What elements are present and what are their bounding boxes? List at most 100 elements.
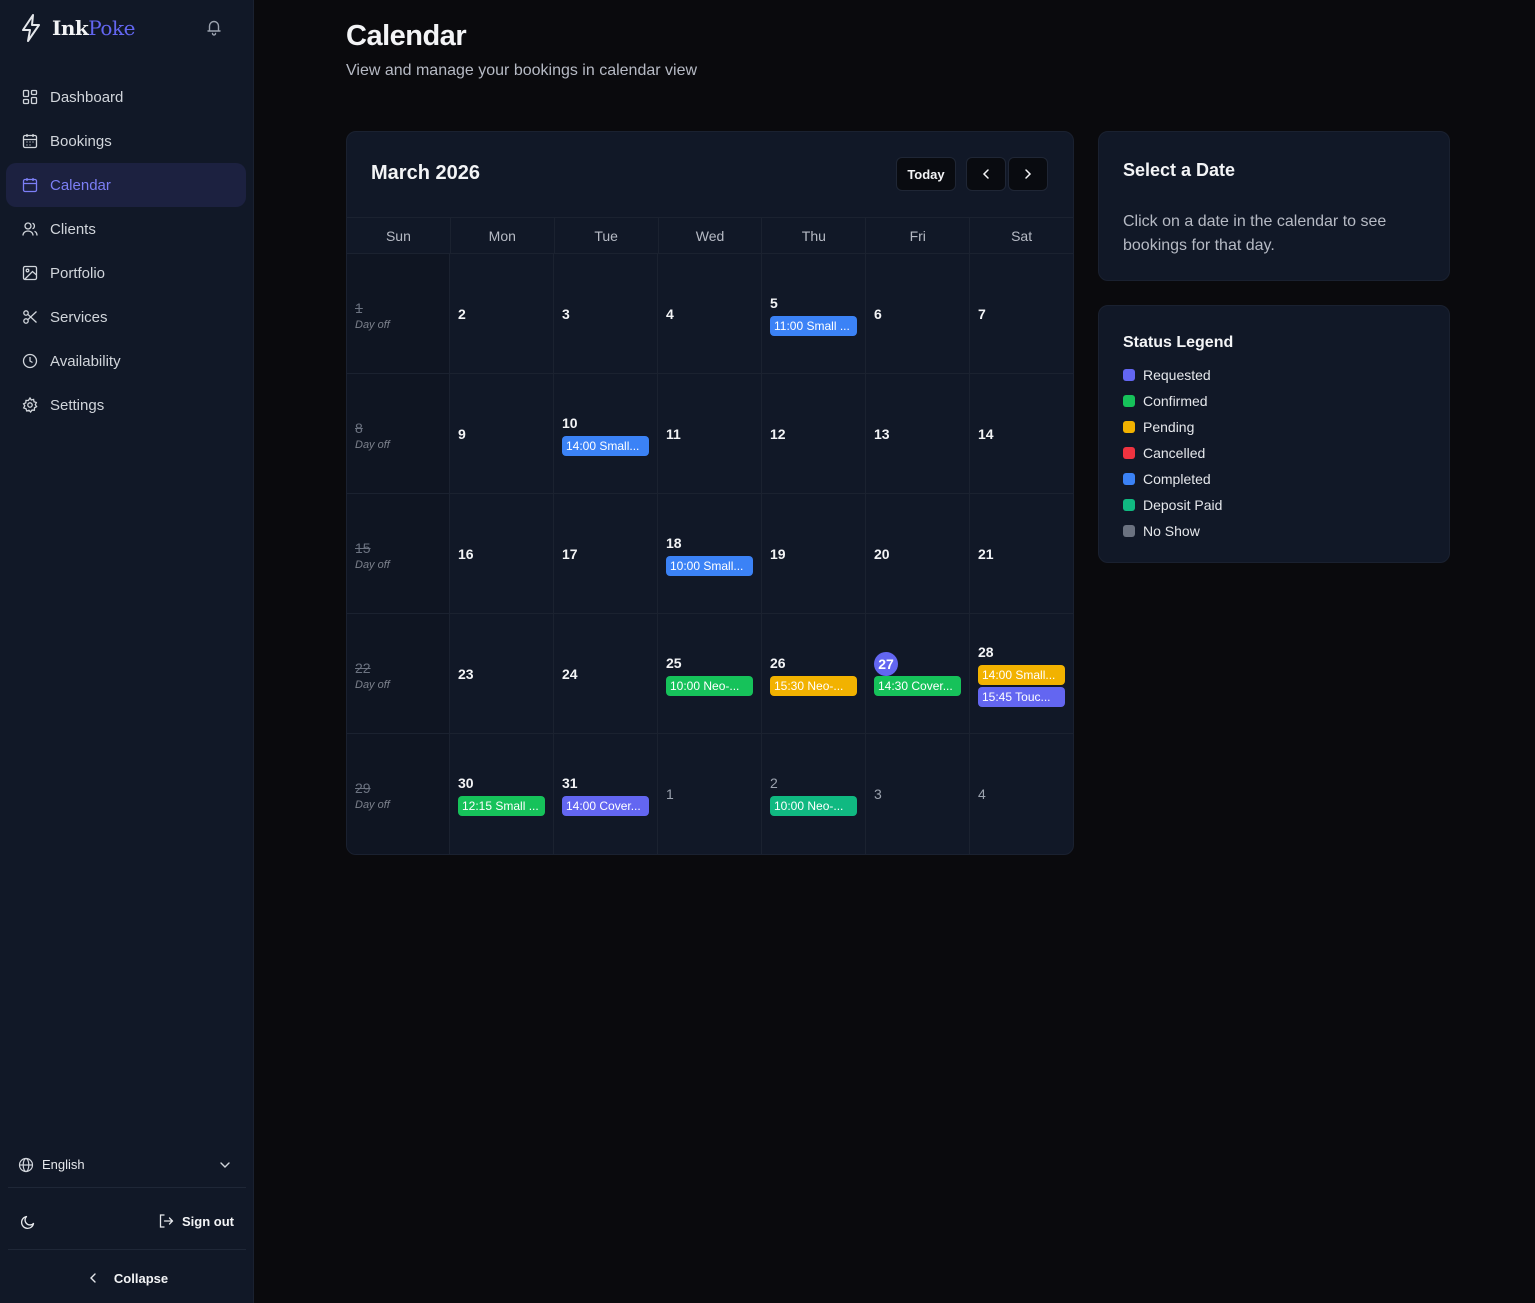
legend-label: Confirmed xyxy=(1143,393,1208,409)
sidebar-item-calendar[interactable]: Calendar xyxy=(6,163,246,207)
legend-label: Deposit Paid xyxy=(1143,497,1223,513)
sidebar-item-services[interactable]: Services xyxy=(6,295,246,339)
calendar-day-cell[interactable]: 4 xyxy=(658,254,762,374)
calendar-day-cell[interactable]: 29 Day off xyxy=(347,734,450,854)
legend-swatch xyxy=(1123,473,1135,485)
calendar-day-cell[interactable]: 2 xyxy=(450,254,554,374)
today-button[interactable]: Today xyxy=(896,157,956,191)
calendar-day-cell[interactable]: 3 xyxy=(866,734,970,854)
day-number: 5 xyxy=(770,294,778,311)
moon-icon[interactable] xyxy=(20,1214,36,1230)
day-number: 3 xyxy=(874,786,882,802)
sidebar-item-availability[interactable]: Availability xyxy=(6,339,246,383)
calendar-day-cell[interactable]: 31 14:00 Cover... xyxy=(554,734,658,854)
next-month-button[interactable] xyxy=(1008,157,1048,191)
brand-logo[interactable]: InkPoke xyxy=(20,12,135,44)
bell-icon[interactable] xyxy=(205,18,223,36)
day-off-label: Day off xyxy=(355,678,390,691)
calendar-day-cell[interactable]: 19 xyxy=(762,494,866,614)
calendar-day-cell[interactable]: 4 xyxy=(970,734,1073,854)
legend-swatch xyxy=(1123,499,1135,511)
calendar-day-cell[interactable]: 17 xyxy=(554,494,658,614)
weekday-label: Sat xyxy=(1011,228,1033,244)
chevron-left-icon xyxy=(89,1273,96,1283)
calendar-day-cell[interactable]: 10 14:00 Small... xyxy=(554,374,658,494)
brand-name: InkPoke xyxy=(52,16,135,40)
prev-month-button[interactable] xyxy=(966,157,1006,191)
calendar-day-cell[interactable]: 21 xyxy=(970,494,1073,614)
calendar-day-cell[interactable]: 3 xyxy=(554,254,658,374)
legend-item: Requested xyxy=(1123,362,1222,388)
calendar-day-cell[interactable]: 5 11:00 Small ... xyxy=(762,254,866,374)
calendar-day-cell[interactable]: 26 15:30 Neo-... xyxy=(762,614,866,734)
calendar-icon xyxy=(22,178,38,193)
calendar-day-cell[interactable]: 15 Day off xyxy=(347,494,450,614)
day-number: 6 xyxy=(874,305,882,322)
day-number: 2 xyxy=(458,305,466,322)
calendar-day-cell[interactable]: 7 xyxy=(970,254,1073,374)
sidebar-item-settings[interactable]: Settings xyxy=(6,383,246,427)
collapse-label: Collapse xyxy=(113,1270,169,1286)
calendar-day-cell[interactable]: 13 xyxy=(866,374,970,494)
day-number: 8 xyxy=(355,419,363,436)
image-icon xyxy=(22,265,38,281)
legend-item: Pending xyxy=(1123,414,1222,440)
sidebar-item-clients[interactable]: Clients xyxy=(6,207,246,251)
calendar-day-cell[interactable]: 27 14:30 Cover... xyxy=(866,614,970,734)
weekday-label: Mon xyxy=(451,218,555,253)
calendar-day-cell[interactable]: 25 10:00 Neo-... xyxy=(658,614,762,734)
legend-label: Requested xyxy=(1143,367,1211,383)
day-number: 7 xyxy=(978,305,986,322)
calendar-day-cell[interactable]: 12 xyxy=(762,374,866,494)
booking-event[interactable]: 14:30 Cover... xyxy=(874,675,961,696)
calendar-day-cell[interactable]: 16 xyxy=(450,494,554,614)
calendar-day-cell[interactable]: 23 xyxy=(450,614,554,734)
booking-event[interactable]: 15:30 Neo-... xyxy=(770,675,857,696)
selected-date-panel: Select a Date Click on a date in the cal… xyxy=(1098,131,1450,281)
weekday-label: Sun xyxy=(347,218,451,253)
calendar-day-cell[interactable]: 11 xyxy=(658,374,762,494)
booking-event[interactable]: 14:00 Small... xyxy=(978,664,1065,685)
day-number: 1 xyxy=(666,786,674,802)
booking-event[interactable]: 11:00 Small ... xyxy=(770,315,857,336)
sign-out-button[interactable]: Sign out xyxy=(158,1213,234,1229)
calendar-day-cell[interactable]: 20 xyxy=(866,494,970,614)
sidebar-item-portfolio[interactable]: Portfolio xyxy=(6,251,246,295)
day-number: 1 xyxy=(355,299,363,316)
sidebar-item-label: Settings xyxy=(50,396,105,414)
booking-event[interactable]: 14:00 Cover... xyxy=(562,796,649,816)
calendar-day-cell[interactable]: 1 Day off xyxy=(347,254,450,374)
legend-label: Pending xyxy=(1143,419,1195,435)
calendar-day-cell[interactable]: 14 xyxy=(970,374,1073,494)
page-title: Calendar xyxy=(346,20,467,52)
day-number: 9 xyxy=(458,425,466,442)
calendar-day-cell[interactable]: 28 14:00 Small... 15:45 Touc... xyxy=(970,614,1073,734)
sidebar-item-label: Bookings xyxy=(50,132,112,150)
booking-event[interactable]: 15:45 Touc... xyxy=(978,686,1065,707)
calendar-day-cell[interactable]: 8 Day off xyxy=(347,374,450,494)
calendar-day-cell[interactable]: 24 xyxy=(554,614,658,734)
scissors-icon xyxy=(23,310,37,324)
booking-event[interactable]: 12:15 Small ... xyxy=(458,796,545,816)
booking-event[interactable]: 10:00 Neo-... xyxy=(666,675,753,696)
day-number: 26 xyxy=(770,654,786,671)
calendar-day-cell[interactable]: 18 10:00 Small... xyxy=(658,494,762,614)
booking-event[interactable]: 10:00 Neo-... xyxy=(770,796,857,816)
calendar-day-cell[interactable]: 30 12:15 Small ... xyxy=(450,734,554,854)
day-number: 19 xyxy=(770,545,786,562)
collapse-button[interactable]: Collapse xyxy=(8,1258,246,1298)
booking-event[interactable]: 10:00 Small... xyxy=(666,555,753,576)
calendar-day-cell[interactable]: 2 10:00 Neo-... xyxy=(762,734,866,854)
sidebar-item-bookings[interactable]: Bookings xyxy=(6,119,246,163)
sidebar-item-label: Portfolio xyxy=(50,264,106,282)
calendar-day-cell[interactable]: 6 xyxy=(866,254,970,374)
legend-swatch xyxy=(1123,525,1135,537)
sidebar-item-dashboard[interactable]: Dashboard xyxy=(6,75,246,119)
calendar-day-cell[interactable]: 22 Day off xyxy=(347,614,450,734)
calendar-day-cell[interactable]: 9 xyxy=(450,374,554,494)
booking-event[interactable]: 14:00 Small... xyxy=(562,435,649,456)
day-number: 25 xyxy=(666,654,682,671)
language-select[interactable]: English xyxy=(8,1142,246,1188)
legend-list: Requested Confirmed Pending Cancelled Comple… xyxy=(1123,362,1222,544)
calendar-day-cell[interactable]: 1 xyxy=(658,734,762,854)
